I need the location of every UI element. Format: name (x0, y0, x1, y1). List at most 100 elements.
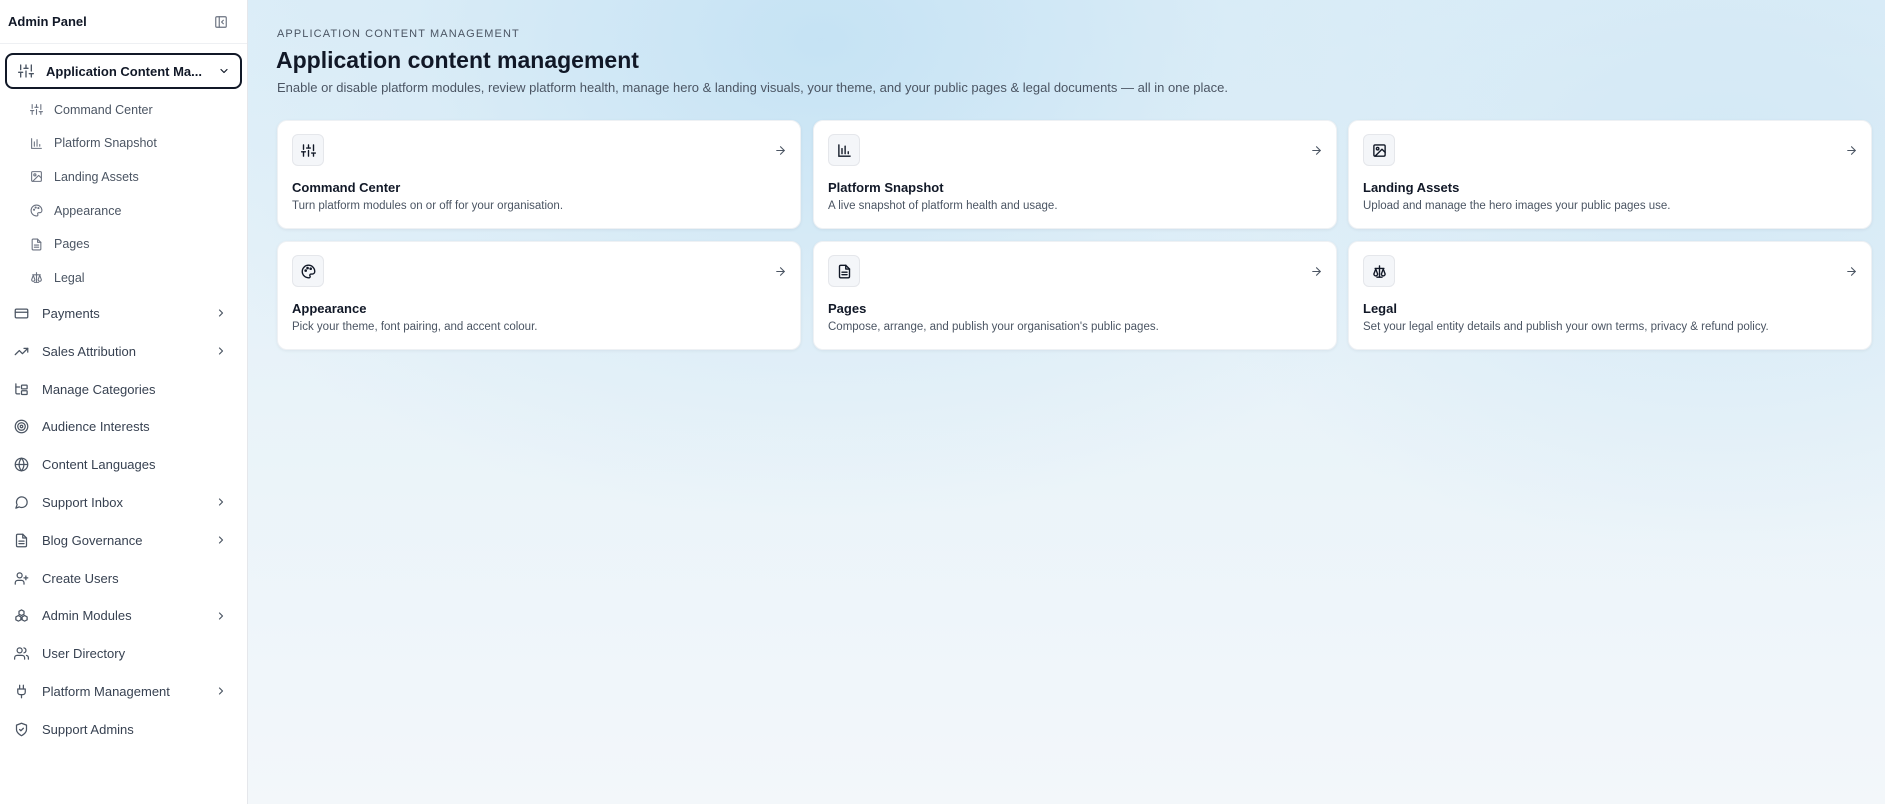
sidebar-item-content-languages[interactable]: Content Languages (0, 446, 247, 484)
card-pages[interactable]: Pages Compose, arrange, and publish your… (813, 241, 1337, 350)
chevron-right-icon (215, 307, 227, 319)
sidebar-item-label: Support Inbox (42, 494, 123, 510)
sidebar-group-application-content-management[interactable]: Application Content Ma... (5, 53, 242, 89)
sidebar-item-sales-attribution[interactable]: Sales Attribution (0, 332, 247, 370)
sidebar-item-blog-governance[interactable]: Blog Governance (0, 521, 247, 559)
sidebar-group-label: Application Content Ma... (46, 63, 202, 79)
sidebar-item-platform-management[interactable]: Platform Management (0, 673, 247, 711)
sliders-icon (292, 134, 324, 166)
sidebar-subitem-command-center[interactable]: Command Center (0, 93, 247, 127)
card-title: Appearance (292, 301, 367, 316)
sidebar-item-label: Platform Management (42, 683, 170, 699)
sidebar-item-support-inbox[interactable]: Support Inbox (0, 484, 247, 522)
chevron-right-icon (215, 610, 227, 622)
sidebar-collapse-icon[interactable] (213, 14, 229, 30)
card-title: Command Center (292, 180, 401, 195)
users-icon (14, 646, 30, 662)
sidebar-item-label: Support Admins (42, 721, 134, 737)
sidebar-subitems: Command Center Platform Snapshot Landing… (0, 89, 247, 295)
chevron-right-icon (215, 534, 227, 546)
sliders-icon (30, 103, 44, 117)
card-description: Set your legal entity details and publis… (1363, 321, 1769, 333)
sidebar-nav: Payments Sales Attribution Manage Catego… (0, 295, 247, 749)
sliders-icon (18, 63, 34, 79)
sidebar-item-label: Manage Categories (42, 381, 156, 397)
boxes-icon (14, 608, 30, 624)
folder-tree-icon (14, 381, 30, 397)
chevron-right-icon (215, 496, 227, 508)
arrow-right-icon (1310, 264, 1324, 278)
file-text-icon (14, 532, 30, 548)
file-text-icon (30, 237, 44, 251)
arrow-right-icon (1845, 143, 1859, 157)
sidebar: Admin Panel Application Content Ma... Co… (0, 0, 248, 804)
card-title: Platform Snapshot (828, 180, 944, 195)
sidebar-item-label: Sales Attribution (42, 343, 136, 359)
card-command-center[interactable]: Command Center Turn platform modules on … (277, 120, 801, 229)
bar-chart-icon (828, 134, 860, 166)
card-appearance[interactable]: Appearance Pick your theme, font pairing… (277, 241, 801, 350)
card-title: Landing Assets (1363, 180, 1460, 195)
image-icon (1363, 134, 1395, 166)
page-subtitle: Enable or disable platform modules, revi… (277, 80, 1228, 95)
chevron-right-icon (215, 345, 227, 357)
card-landing-assets[interactable]: Landing Assets Upload and manage the her… (1348, 120, 1872, 229)
sidebar-subitem-label: Platform Snapshot (54, 136, 157, 151)
sidebar-item-support-admins[interactable]: Support Admins (0, 710, 247, 748)
sidebar-subitem-legal[interactable]: Legal (0, 261, 247, 295)
sidebar-subitem-landing-assets[interactable]: Landing Assets (0, 160, 247, 194)
sidebar-item-create-users[interactable]: Create Users (0, 559, 247, 597)
card-description: Upload and manage the hero images your p… (1363, 200, 1671, 212)
sidebar-subitem-appearance[interactable]: Appearance (0, 194, 247, 228)
card-description: Turn platform modules on or off for your… (292, 200, 564, 212)
sidebar-item-label: Create Users (42, 570, 119, 586)
file-text-icon (828, 255, 860, 287)
arrow-right-icon (1845, 264, 1859, 278)
sidebar-item-admin-modules[interactable]: Admin Modules (0, 597, 247, 635)
sidebar-title: Admin Panel (8, 14, 87, 29)
user-plus-icon (14, 570, 30, 586)
sidebar-item-label: Payments (42, 305, 100, 321)
sidebar-header: Admin Panel (0, 0, 247, 44)
sidebar-item-label: Admin Modules (42, 608, 132, 624)
sidebar-subitem-label: Legal (54, 270, 85, 285)
sidebar-subitem-pages[interactable]: Pages (0, 227, 247, 261)
arrow-right-icon (774, 264, 788, 278)
globe-icon (14, 457, 30, 473)
sidebar-subitem-platform-snapshot[interactable]: Platform Snapshot (0, 127, 247, 161)
card-description: A live snapshot of platform health and u… (828, 200, 1058, 212)
sidebar-subitem-label: Command Center (54, 102, 153, 117)
bar-chart-icon (30, 136, 44, 150)
card-title: Legal (1363, 301, 1397, 316)
sidebar-subitem-label: Landing Assets (54, 169, 139, 184)
card-description: Pick your theme, font pairing, and accen… (292, 321, 538, 333)
page-title: Application content management (276, 47, 639, 73)
scale-icon (30, 271, 44, 285)
chevron-down-icon (218, 65, 230, 77)
arrow-right-icon (774, 143, 788, 157)
sidebar-item-label: Blog Governance (42, 532, 143, 548)
scale-icon (1363, 255, 1395, 287)
palette-icon (30, 204, 44, 218)
card-description: Compose, arrange, and publish your organ… (828, 321, 1159, 333)
sidebar-item-payments[interactable]: Payments (0, 295, 247, 333)
page-eyebrow: APPLICATION CONTENT MANAGEMENT (277, 28, 520, 40)
trending-up-icon (14, 343, 30, 359)
message-circle-icon (14, 494, 30, 510)
card-platform-snapshot[interactable]: Platform Snapshot A live snapshot of pla… (813, 120, 1337, 229)
sidebar-item-manage-categories[interactable]: Manage Categories (0, 370, 247, 408)
sidebar-item-label: Content Languages (42, 457, 156, 473)
credit-card-icon (14, 305, 30, 321)
card-legal[interactable]: Legal Set your legal entity details and … (1348, 241, 1872, 350)
palette-icon (292, 255, 324, 287)
sidebar-item-audience-interests[interactable]: Audience Interests (0, 408, 247, 446)
shield-check-icon (14, 721, 30, 737)
target-icon (14, 419, 30, 435)
main-content: APPLICATION CONTENT MANAGEMENT Applicati… (248, 0, 1885, 804)
plug-icon (14, 683, 30, 699)
chevron-right-icon (215, 685, 227, 697)
sidebar-item-label: User Directory (42, 646, 126, 662)
sidebar-item-user-directory[interactable]: User Directory (0, 635, 247, 673)
sidebar-item-label: Audience Interests (42, 419, 150, 435)
image-icon (30, 170, 44, 184)
